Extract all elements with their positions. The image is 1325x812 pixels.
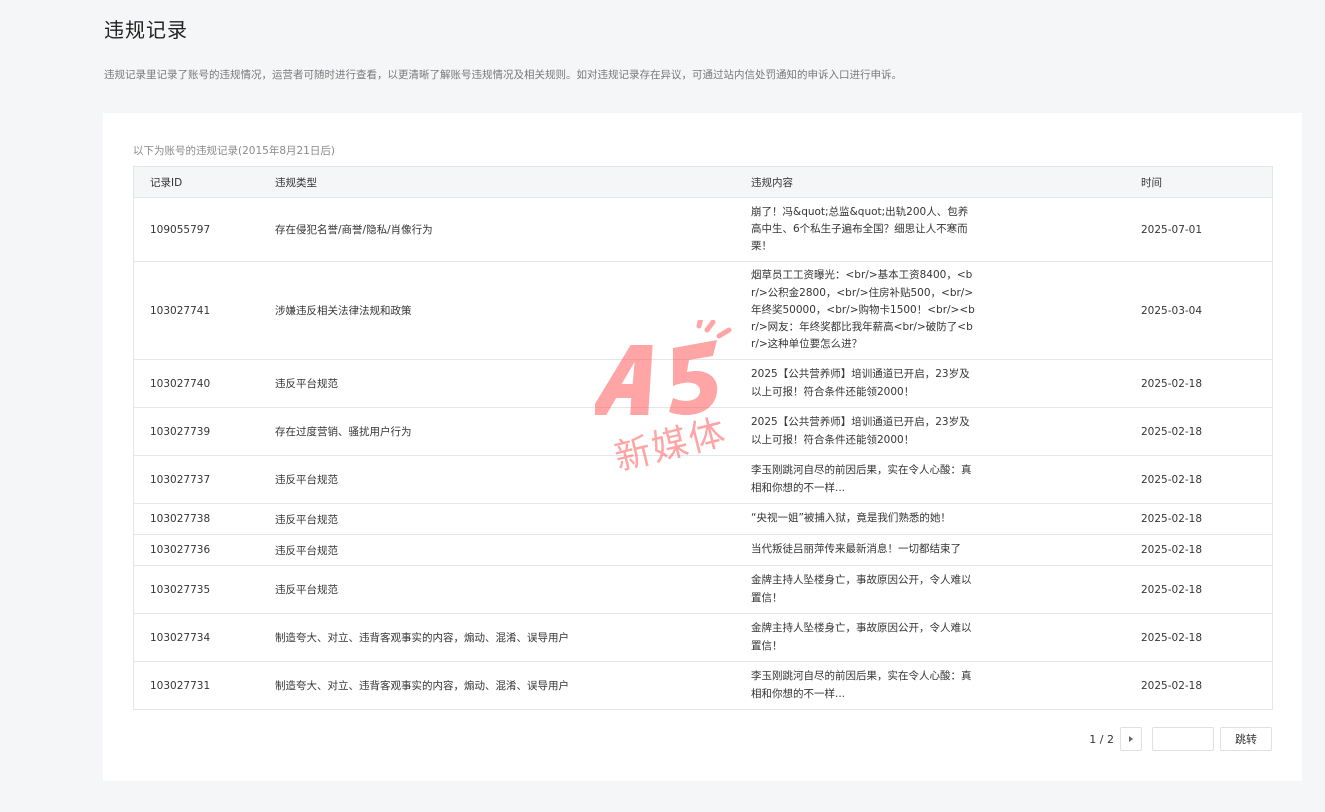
violation-time: 2025-02-18: [1125, 613, 1273, 662]
pagination: 1 / 2 跳转: [1089, 727, 1272, 751]
violation-content-cell: “央视一姐”被捕入狱，竟是我们熟悉的她！: [735, 503, 1125, 535]
violation-content: 李玉刚跳河自尽的前因后果，实在令人心酸：真相和你想的不一样...: [751, 464, 972, 494]
record-id: 109055797: [133, 197, 259, 262]
table-header-row: 记录ID 违规类型 违规内容 时间: [133, 166, 1273, 198]
violation-content-cell: 李玉刚跳河自尽的前因后果，实在令人心酸：真相和你想的不一样...: [735, 455, 1125, 504]
violation-type: 存在侵犯名誉/商誉/隐私/肖像行为: [259, 197, 735, 262]
violation-table: 记录ID 违规类型 违规内容 时间 109055797 存在侵犯名誉/商誉/隐私…: [133, 166, 1273, 710]
table-row: 103027738 违反平台规范 “央视一姐”被捕入狱，竟是我们熟悉的她！ 20…: [133, 503, 1273, 535]
violation-time: 2025-02-18: [1125, 661, 1273, 710]
violation-time: 2025-03-04: [1125, 261, 1273, 360]
table-row: 103027740 违反平台规范 2025【公共营养师】培训通道已开启，23岁及…: [133, 359, 1273, 408]
table-row: 103027739 存在过度营销、骚扰用户行为 2025【公共营养师】培训通道已…: [133, 407, 1273, 456]
violation-content-cell: 崩了！冯&quot;总监&quot;出轨200人、包养高中生、6个私生子遍布全国…: [735, 197, 1125, 262]
violation-type: 制造夸大、对立、违背客观事实的内容，煽动、混淆、误导用户: [259, 661, 735, 710]
record-id: 103027741: [133, 261, 259, 360]
page-header: 违规记录 违规记录里记录了账号的违规情况，运营者可随时进行查看，以更清晰了解账号…: [104, 14, 1204, 82]
column-header-content: 违规内容: [735, 166, 1125, 198]
record-id: 103027731: [133, 661, 259, 710]
violation-type: 违反平台规范: [259, 565, 735, 614]
next-page-button[interactable]: [1120, 727, 1142, 751]
caret-right-icon: [1129, 736, 1133, 742]
violation-content: 李玉刚跳河自尽的前因后果，实在令人心酸：真相和你想的不一样...: [751, 670, 972, 700]
table-caption: 以下为账号的违规记录(2015年8月21日后): [133, 145, 335, 157]
violation-content: 金牌主持人坠楼身亡，事故原因公开，令人难以置信！: [751, 574, 972, 604]
record-id: 103027735: [133, 565, 259, 614]
record-id: 103027740: [133, 359, 259, 408]
violation-type: 涉嫌违反相关法律法规和政策: [259, 261, 735, 360]
violation-type: 违反平台规范: [259, 534, 735, 566]
violation-type: 违反平台规范: [259, 455, 735, 504]
violation-type: 存在过度营销、骚扰用户行为: [259, 407, 735, 456]
page-number-input[interactable]: [1152, 727, 1214, 751]
violation-time: 2025-02-18: [1125, 534, 1273, 566]
violation-time: 2025-02-18: [1125, 455, 1273, 504]
violation-content-cell: 2025【公共营养师】培训通道已开启，23岁及以上可报！符合条件还能领2000！: [735, 407, 1125, 456]
violation-content: 2025【公共营养师】培训通道已开启，23岁及以上可报！符合条件还能领2000！: [751, 368, 970, 398]
violation-type: 违反平台规范: [259, 503, 735, 535]
column-header-time: 时间: [1125, 166, 1273, 198]
record-id: 103027738: [133, 503, 259, 535]
column-header-type: 违规类型: [259, 166, 735, 198]
violation-time: 2025-02-18: [1125, 503, 1273, 535]
table-row: 103027731 制造夸大、对立、违背客观事实的内容，煽动、混淆、误导用户 李…: [133, 661, 1273, 710]
violation-content-cell: 金牌主持人坠楼身亡，事故原因公开，令人难以置信！: [735, 565, 1125, 614]
record-id: 103027736: [133, 534, 259, 566]
violation-time: 2025-07-01: [1125, 197, 1273, 262]
record-id: 103027739: [133, 407, 259, 456]
record-id: 103027734: [133, 613, 259, 662]
violation-content: 2025【公共营养师】培训通道已开启，23岁及以上可报！符合条件还能领2000！: [751, 416, 970, 446]
violation-content: “央视一姐”被捕入狱，竟是我们熟悉的她！: [751, 512, 951, 525]
violation-content-cell: 金牌主持人坠楼身亡，事故原因公开，令人难以置信！: [735, 613, 1125, 662]
table-row: 103027737 违反平台规范 李玉刚跳河自尽的前因后果，实在令人心酸：真相和…: [133, 455, 1273, 504]
table-row: 103027741 涉嫌违反相关法律法规和政策 烟草员工工资曝光：<br/>基本…: [133, 261, 1273, 360]
table-row: 109055797 存在侵犯名誉/商誉/隐私/肖像行为 崩了！冯&quot;总监…: [133, 197, 1273, 262]
page-title: 违规记录: [104, 18, 188, 42]
violation-time: 2025-02-18: [1125, 359, 1273, 408]
page-description: 违规记录里记录了账号的违规情况，运营者可随时进行查看，以更清晰了解账号违规情况及…: [104, 69, 902, 81]
violation-content: 金牌主持人坠楼身亡，事故原因公开，令人难以置信！: [751, 622, 972, 652]
table-row: 103027735 违反平台规范 金牌主持人坠楼身亡，事故原因公开，令人难以置信…: [133, 565, 1273, 614]
violation-content: 崩了！冯&quot;总监&quot;出轨200人、包养高中生、6个私生子遍布全国…: [751, 205, 969, 253]
violation-time: 2025-02-18: [1125, 407, 1273, 456]
violation-type: 违反平台规范: [259, 359, 735, 408]
table-row: 103027734 制造夸大、对立、违背客观事实的内容，煽动、混淆、误导用户 金…: [133, 613, 1273, 662]
violation-content-cell: 当代叛徒吕丽萍传来最新消息！一切都结束了: [735, 534, 1125, 566]
violation-time: 2025-02-18: [1125, 565, 1273, 614]
table-row: 103027736 违反平台规范 当代叛徒吕丽萍传来最新消息！一切都结束了 20…: [133, 534, 1273, 566]
violation-content-cell: 烟草员工工资曝光：<br/>基本工资8400，<br/>公积金2800，<br/…: [735, 261, 1125, 360]
violation-records-card: 以下为账号的违规记录(2015年8月21日后) 记录ID 违规类型 违规内容 时…: [103, 113, 1302, 781]
page-indicator: 1 / 2: [1089, 732, 1114, 746]
violation-type: 制造夸大、对立、违背客观事实的内容，煽动、混淆、误导用户: [259, 613, 735, 662]
violation-content: 当代叛徒吕丽萍传来最新消息！一切都结束了: [751, 543, 961, 556]
record-id: 103027737: [133, 455, 259, 504]
violation-content-cell: 2025【公共营养师】培训通道已开启，23岁及以上可报！符合条件还能领2000！: [735, 359, 1125, 408]
column-header-id: 记录ID: [133, 166, 259, 198]
violation-content-cell: 李玉刚跳河自尽的前因后果，实在令人心酸：真相和你想的不一样...: [735, 661, 1125, 710]
violation-content: 烟草员工工资曝光：<br/>基本工资8400，<br/>公积金2800，<br/…: [751, 269, 975, 351]
jump-button[interactable]: 跳转: [1220, 727, 1272, 751]
